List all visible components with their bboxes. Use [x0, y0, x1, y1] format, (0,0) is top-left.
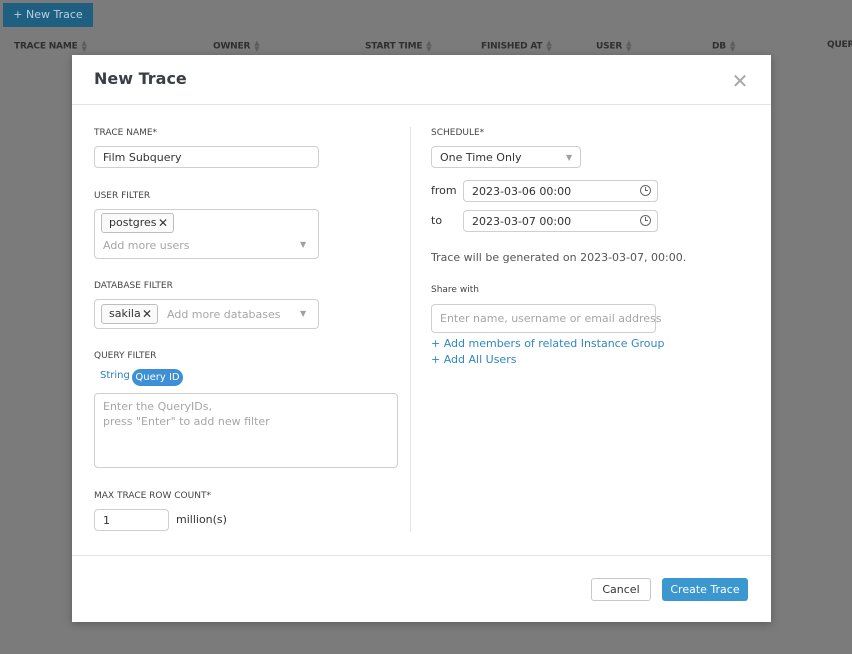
schedule-label: SCHEDULE* [431, 128, 485, 138]
close-icon[interactable]: ✕ [730, 71, 750, 91]
share-with-placeholder: Enter name, username or email address [440, 312, 662, 325]
column-label: QUER [827, 40, 852, 50]
schedule-select[interactable]: One Time Only ▼ [431, 146, 581, 168]
column-query[interactable]: QUER [827, 40, 852, 50]
column-label: FINISHED AT [481, 41, 543, 52]
database-filter-input[interactable]: sakila ✕ Add more databases ▼ [94, 299, 319, 329]
query-filter-placeholder-line2: press "Enter" to add new filter [103, 415, 270, 428]
query-filter-label: QUERY FILTER [94, 351, 157, 361]
new-trace-button[interactable]: + New Trace [3, 3, 93, 27]
database-tag-label: sakila [109, 307, 141, 320]
column-user[interactable]: USER ▲ ▼ [596, 39, 632, 53]
generation-note: Trace will be generated on 2023-03-07, 0… [431, 251, 687, 264]
column-label: USER [596, 41, 623, 52]
remove-tag-icon[interactable]: ✕ [158, 214, 168, 232]
user-filter-label: USER FILTER [94, 191, 151, 201]
footer-divider [72, 555, 771, 556]
to-datetime-input[interactable]: 2023-03-07 00:00 [463, 210, 658, 232]
from-datetime-input[interactable]: 2023-03-06 00:00 [463, 180, 658, 202]
user-tag-label: postgres [109, 216, 157, 229]
header-divider [72, 104, 771, 105]
column-label: DB [712, 41, 726, 52]
from-label: from [431, 184, 457, 197]
sort-icon: ▲ ▼ [546, 39, 552, 53]
new-trace-modal: New Trace ✕ TRACE NAME* Film Subquery US… [72, 55, 771, 622]
user-filter-placeholder: Add more users [103, 239, 190, 252]
database-tag: sakila ✕ [101, 304, 158, 324]
column-start-time[interactable]: START TIME ▲ ▼ [365, 39, 432, 53]
column-label: START TIME [365, 41, 423, 52]
user-tag: postgres ✕ [101, 213, 174, 233]
chevron-down-icon[interactable]: ▼ [300, 240, 306, 249]
query-filter-mode-query-id[interactable]: Query ID [132, 369, 183, 386]
column-divider [410, 127, 411, 532]
query-filter-mode-string[interactable]: String [100, 370, 130, 381]
database-filter-placeholder: Add more databases [167, 308, 281, 321]
chevron-down-icon[interactable]: ▼ [300, 309, 306, 318]
max-row-count-input[interactable]: 1 [94, 509, 169, 531]
add-all-users-link[interactable]: + Add All Users [431, 353, 516, 366]
max-row-count-value: 1 [103, 514, 110, 527]
remove-tag-icon[interactable]: ✕ [142, 305, 152, 323]
trace-name-label: TRACE NAME* [94, 128, 158, 138]
share-with-input[interactable]: Enter name, username or email address [431, 304, 662, 333]
column-label: OWNER [213, 41, 251, 52]
create-trace-button[interactable]: Create Trace [662, 578, 748, 601]
max-row-count-label: MAX TRACE ROW COUNT* [94, 491, 211, 501]
trace-name-value: Film Subquery [103, 151, 182, 164]
column-db[interactable]: DB ▲ ▼ [712, 39, 736, 53]
user-filter-input[interactable]: postgres ✕ Add more users ▼ [94, 209, 319, 259]
column-finished-at[interactable]: FINISHED AT ▲ ▼ [481, 39, 552, 53]
trace-name-input[interactable]: Film Subquery [94, 146, 319, 168]
clock-icon[interactable] [640, 185, 651, 196]
sort-icon: ▲ ▼ [729, 39, 736, 53]
schedule-value: One Time Only [440, 151, 522, 164]
column-label: TRACE NAME [14, 41, 78, 52]
to-value: 2023-03-07 00:00 [472, 215, 572, 228]
sort-icon: ▲ ▼ [81, 39, 87, 53]
sort-icon: ▲ ▼ [626, 39, 632, 53]
column-trace-name[interactable]: TRACE NAME ▲ ▼ [14, 39, 87, 53]
max-row-count-unit: million(s) [176, 513, 227, 526]
sort-icon: ▲ ▼ [426, 39, 432, 53]
modal-title: New Trace [94, 69, 187, 88]
query-filter-textarea[interactable]: Enter the QueryIDs, press "Enter" to add… [94, 393, 398, 468]
cancel-button[interactable]: Cancel [591, 578, 651, 601]
sort-icon: ▲ ▼ [254, 39, 260, 53]
to-label: to [431, 214, 443, 227]
share-with-label: Share with [431, 285, 479, 295]
query-filter-placeholder-line1: Enter the QueryIDs, [103, 400, 212, 413]
database-filter-label: DATABASE FILTER [94, 281, 173, 291]
clock-icon[interactable] [640, 215, 651, 226]
trace-table-header: TRACE NAME ▲ ▼ OWNER ▲ ▼ START TIME ▲ ▼ FINISH… [0, 40, 852, 56]
add-group-members-link[interactable]: + Add members of related Instance Group [431, 337, 664, 350]
column-owner[interactable]: OWNER ▲ ▼ [213, 39, 260, 53]
chevron-down-icon: ▼ [566, 153, 573, 162]
from-value: 2023-03-06 00:00 [472, 185, 572, 198]
